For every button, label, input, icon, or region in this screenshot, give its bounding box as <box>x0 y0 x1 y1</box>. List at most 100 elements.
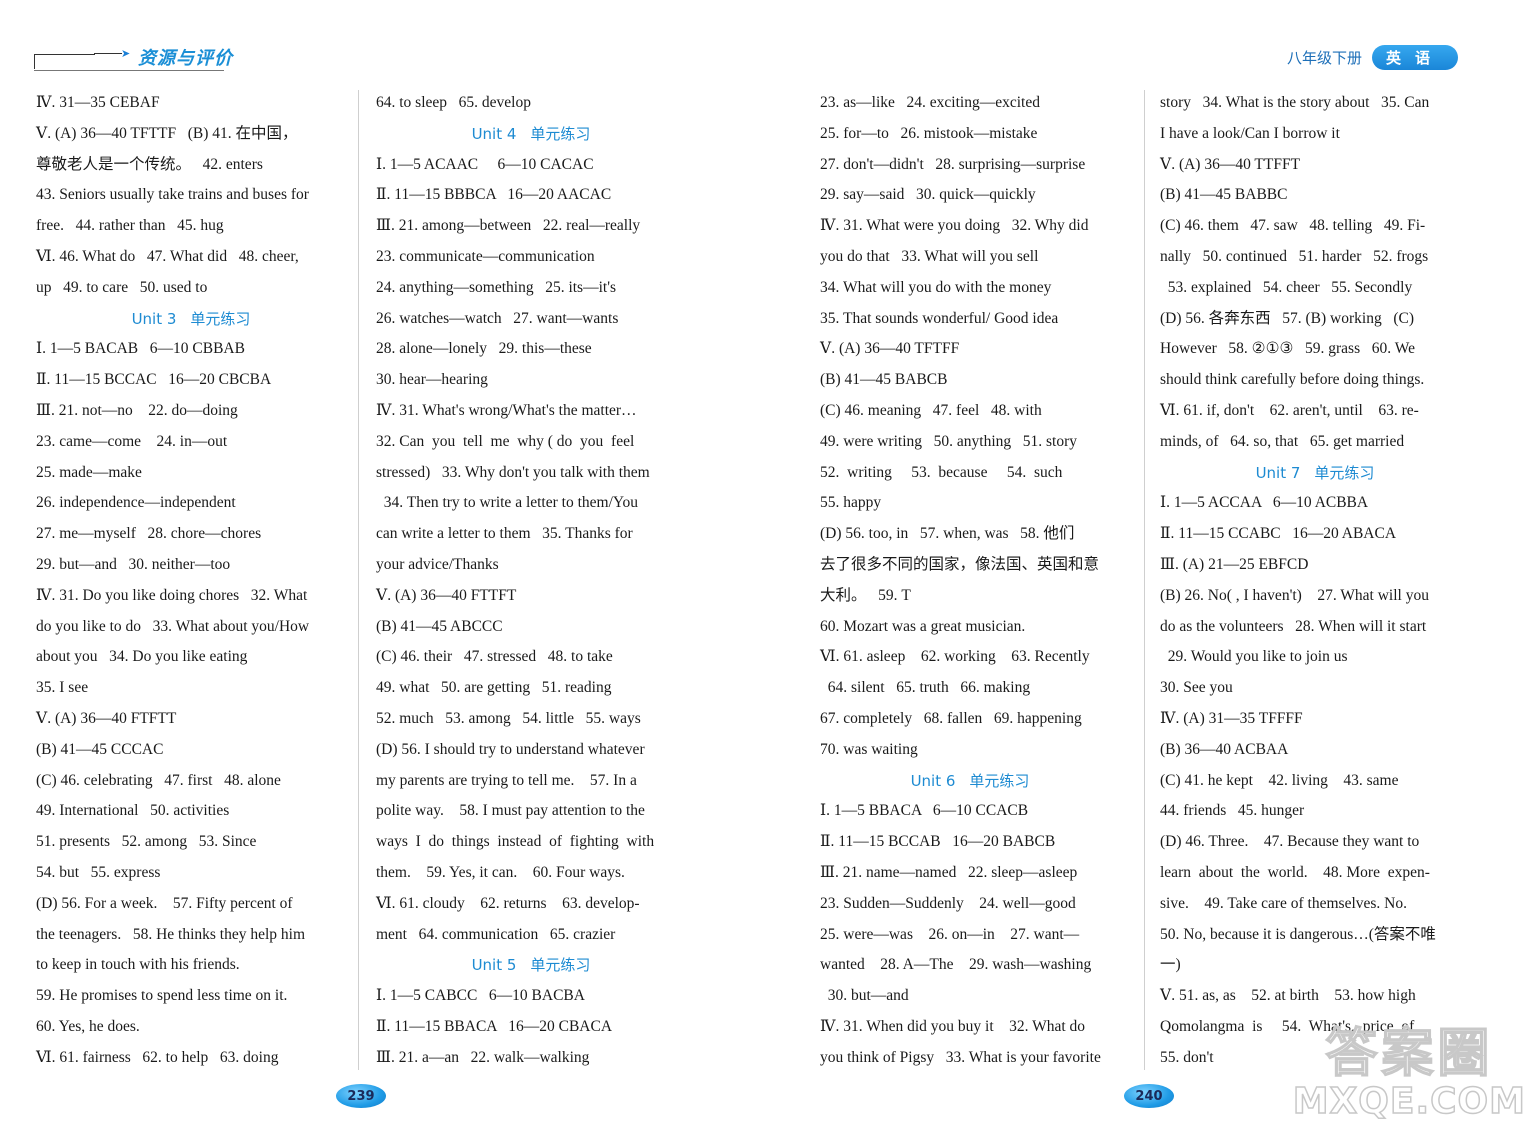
logo-arrow-line <box>94 53 122 54</box>
answer-line: Ⅴ. (A) 36—40 TTFFT <box>1160 155 1301 173</box>
unit-label: 单元练习 <box>190 309 251 328</box>
unit-label: 单元练习 <box>1314 463 1375 482</box>
unit-number: Unit 5 <box>471 956 517 975</box>
answer-line: Ⅳ. 31—35 CEBAF <box>36 94 160 111</box>
answer-line: 29. but—and 30. neither—too <box>36 555 231 573</box>
answer-line: 29. say—said 30. quick—quickly <box>820 186 1036 204</box>
answer-line: should think carefully before doing thin… <box>1160 371 1425 389</box>
answer-line: 49. what 50. are getting 51. reading <box>376 679 612 697</box>
unit-label: 单元练习 <box>530 124 591 143</box>
answer-line: 34. Then try to write a letter to them/Y… <box>376 494 639 512</box>
answer-line: (B) 41—45 BABBC <box>1160 186 1288 204</box>
unit-label: 单元练习 <box>530 956 591 975</box>
answer-line: 27. me—myself 28. chore—chores <box>36 525 262 543</box>
answer-line: Ⅰ. 1—5 ACAAC 6—10 CACAC <box>376 155 594 173</box>
answer-line: 50. No, because it is dangerous…(答案不唯 <box>1160 925 1436 943</box>
answer-line: 25. were—was 26. on—in 27. want— <box>820 925 1080 943</box>
unit-heading: Unit 7 单元练习 <box>1160 458 1470 489</box>
answer-line: 35. I see <box>36 679 89 697</box>
answer-column-1: Ⅳ. 31—35 CEBAF Ⅴ. (A) 36—40 TFTTF (B) 41.… <box>36 88 346 1074</box>
answer-line: my parents are trying to tell me. 57. In… <box>376 771 637 789</box>
answer-line: (B) 41—45 BABCB <box>820 371 948 389</box>
logo-bracket <box>34 54 95 69</box>
unit-label: 单元练习 <box>969 771 1030 790</box>
answer-line: 27. don't—didn't 28. surprising—surprise <box>820 155 1086 173</box>
answer-line: 54. but 55. express <box>36 863 161 881</box>
arrow-right-icon: ➤ <box>121 47 131 60</box>
answer-line: 29. Would you like to join us <box>1160 648 1348 666</box>
answer-line: up 49. to care 50. used to <box>36 278 208 296</box>
answer-line: Ⅱ. 11—15 BBBCA 16—20 AACAC <box>376 186 612 204</box>
answer-line: 64. to sleep 65. develop <box>376 94 531 111</box>
answer-line: 60. Yes, he does. <box>36 1017 140 1035</box>
logo-text: 资源与评价 <box>138 48 233 69</box>
answer-line: 67. completely 68. fallen 69. happening <box>820 709 1082 727</box>
answer-line: 去了很多不同的国家，像法国、英国和意 <box>820 555 1100 573</box>
answer-column-3: 23. as—like 24. exciting—excited 25. for—… <box>820 88 1120 1074</box>
answer-line: 55. happy <box>820 494 882 512</box>
answer-column-4: story 34. What is the story about 35. Ca… <box>1160 88 1470 1074</box>
book-logo: ➤ 资源与评价 <box>34 46 232 72</box>
answer-line: 64. silent 65. truth 66. making <box>820 679 1031 697</box>
answer-line: Ⅱ. 11—15 BCCAB 16—20 BABCB <box>820 833 1056 851</box>
answer-line: Ⅵ. 61. cloudy 62. returns 63. develop- <box>376 894 640 912</box>
answer-line: (D) 56. 各奔东西 57. (B) working (C) <box>1160 309 1415 327</box>
answer-line: Ⅰ. 1—5 BBACA 6—10 CCACB <box>820 802 1029 820</box>
column-divider <box>1144 90 1145 1070</box>
answer-line: 70. was waiting <box>820 740 918 758</box>
unit-heading: Unit 5 单元练习 <box>376 950 686 981</box>
answer-line: 49. were writing 50. anything 51. story <box>820 432 1078 450</box>
answer-line: 一) <box>1160 956 1181 974</box>
answer-line: 26. independence—independent <box>36 494 236 512</box>
answer-line: (B) 26. No( , I haven't) 27. What will y… <box>1160 586 1429 604</box>
answer-line: learn about the world. 48. More expen- <box>1160 863 1430 881</box>
answer-line: 34. What will you do with the money <box>820 278 1052 296</box>
answer-line: 30. but—and <box>820 987 909 1005</box>
answer-line: them. 59. Yes, it can. 60. Four ways. <box>376 863 625 881</box>
answer-line: Ⅳ. 31. What's wrong/What's the matter… <box>376 401 637 419</box>
answer-line: Ⅲ. 21. name—named 22. sleep—asleep <box>820 863 1078 881</box>
answer-line: nally 50. continued 51. harder 52. frogs <box>1160 247 1429 265</box>
answer-line: Ⅲ. (A) 21—25 EBFCD <box>1160 555 1309 573</box>
page-number-badge: 239 <box>336 1084 386 1108</box>
answer-line: (D) 56. I should try to understand whate… <box>376 740 645 758</box>
answer-line: Ⅴ. (A) 36—40 TFTFF <box>820 340 960 358</box>
answer-line: (C) 41. he kept 42. living 43. same <box>1160 771 1399 789</box>
answer-line: 51. presents 52. among 53. Since <box>36 833 257 851</box>
answer-line: 30. hear—hearing <box>376 371 488 389</box>
answer-line: 53. explained 54. cheer 55. Secondly <box>1160 278 1413 296</box>
answer-line: you think of Pigsy 33. What is your favo… <box>820 1048 1101 1066</box>
answer-line: Ⅴ. (A) 36—40 TFTTF (B) 41. 在中国， <box>36 124 298 142</box>
left-page: ➤ 资源与评价 Ⅳ. 31—35 CEBAF Ⅴ. (A) 36—40 TFTTF… <box>0 0 768 1128</box>
answer-line: 44. friends 45. hunger <box>1160 802 1305 820</box>
answer-line: 52. writing 53. because 54. such <box>820 463 1063 481</box>
answer-line: 23. communicate—communication <box>376 247 595 265</box>
answer-line: (B) 41—45 CCCAC <box>36 740 164 758</box>
answer-line: do as the volunteers 28. When will it st… <box>1160 617 1427 635</box>
answer-line: 25. for—to 26. mistook—mistake <box>820 124 1038 142</box>
page-number: 240 <box>1135 1088 1163 1104</box>
answer-line: 32. Can you tell me why ( do you feel <box>376 432 635 450</box>
answer-line: 35. That sounds wonderful/ Good idea <box>820 309 1059 327</box>
answer-line: Ⅴ. (A) 36—40 FTFTT <box>36 709 177 727</box>
page-number: 239 <box>347 1088 375 1104</box>
answer-line: do you like to do 33. What about you/How <box>36 617 310 635</box>
answer-line: Ⅲ. 21. a—an 22. walk—walking <box>376 1048 590 1066</box>
answer-line: wanted 28. A—The 29. wash—washing <box>820 956 1092 974</box>
answer-line: Ⅵ. 61. if, don't 62. aren't, until 63. r… <box>1160 401 1419 419</box>
answer-line: you do that 33. What will you sell <box>820 247 1039 265</box>
answer-line: sive. 49. Take care of themselves. No. <box>1160 894 1407 912</box>
answer-line: 25. made—make <box>36 463 142 481</box>
answer-line: Ⅵ. 46. What do 47. What did 48. cheer, <box>36 247 299 265</box>
answer-line: (C) 46. meaning 47. feel 48. with <box>820 401 1042 419</box>
answer-line: Ⅴ. (A) 36—40 FTTFT <box>376 586 517 604</box>
answer-line: minds, of 64. so, that 65. get married <box>1160 432 1405 450</box>
answer-line: (B) 41—45 ABCCC <box>376 617 503 635</box>
right-page: 八年级下册 英语 23. as—like 24. exciting—excite… <box>768 0 1536 1128</box>
answer-line: Ⅳ. 31. When did you buy it 32. What do <box>820 1017 1086 1035</box>
answer-line: Ⅱ. 11—15 CCABC 16—20 ABACA <box>1160 525 1397 543</box>
answer-line: I have a look/Can I borrow it <box>1160 124 1340 142</box>
answer-line: 26. watches—watch 27. want—wants <box>376 309 619 327</box>
answer-line: 43. Seniors usually take trains and buse… <box>36 186 309 204</box>
grade-label: 八年级下册 <box>1286 49 1362 67</box>
